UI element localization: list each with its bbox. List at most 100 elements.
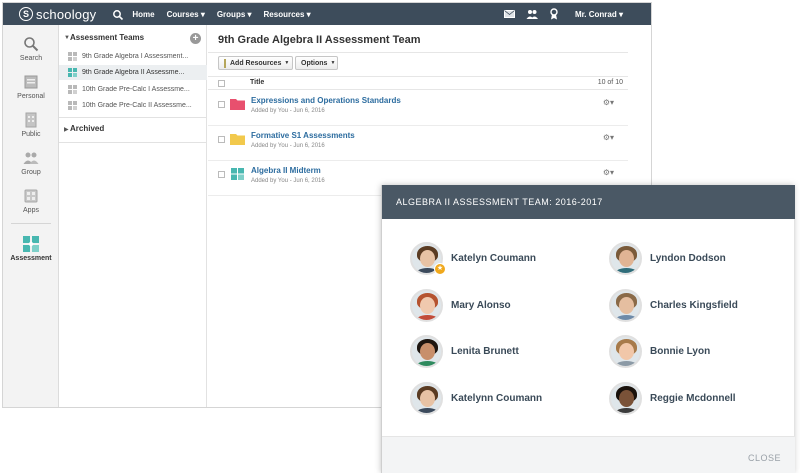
team-item[interactable]: 9th Grade Algebra I Assessment... [59, 49, 207, 64]
team-member[interactable]: Reggie Mcdonnell [609, 381, 736, 415]
gear-icon[interactable]: ⚙▾ [603, 168, 614, 177]
select-all-checkbox[interactable] [218, 80, 225, 87]
archived-section[interactable]: ▶ Archived [59, 124, 207, 136]
team-member[interactable]: Lyndon Dodson [609, 241, 726, 275]
rail-label: Apps [23, 207, 39, 214]
options-button[interactable]: Options ▼ [295, 56, 338, 70]
member-name: Lyndon Dodson [650, 252, 726, 264]
row-checkbox[interactable] [218, 171, 225, 178]
archived-title: Archived [70, 124, 105, 133]
member-name: Charles Kingsfield [650, 299, 738, 311]
rail-personal[interactable]: Personal [3, 73, 59, 100]
search-icon [22, 35, 40, 53]
modal-title: ALGEBRA II ASSESSMENT TEAM: 2016-2017 [396, 197, 603, 207]
rail-label: Group [21, 169, 41, 176]
avatar [410, 288, 443, 322]
mail-icon[interactable] [503, 7, 517, 21]
team-puzzle-icon [68, 52, 77, 61]
rail-divider [11, 223, 51, 224]
team-member[interactable]: Lenita Brunett [410, 334, 519, 368]
rail-search[interactable]: Search [3, 35, 59, 62]
logo-text: schoology [36, 6, 97, 22]
folder-icon [230, 134, 245, 145]
resource-meta: Added by You - Jun 6, 2016 [251, 143, 325, 149]
assessment-teams-panel: ▼ Assessment Teams + 9th Grade Algebra I… [59, 25, 207, 407]
team-puzzle-icon [68, 101, 77, 110]
people-icon[interactable] [525, 7, 539, 21]
chevron-down-icon: ▼ [330, 60, 336, 66]
list-item: Formative S1 Assessments Added by You - … [208, 126, 628, 161]
avatar [609, 334, 642, 368]
team-member[interactable]: Katelynn Coumann [410, 381, 542, 415]
gear-icon[interactable]: ⚙▾ [603, 133, 614, 142]
rail-label: Search [19, 55, 43, 62]
logo-mark-icon: S [19, 7, 33, 21]
nav-resources[interactable]: Resources ▾ [264, 10, 311, 19]
team-member[interactable]: Bonnie Lyon [609, 334, 710, 368]
assessment-teams-header[interactable]: ▼ Assessment Teams + [59, 33, 207, 45]
team-member[interactable]: Mary Alonso [410, 288, 511, 322]
list-header: Title 10 of 10 [208, 76, 628, 90]
nav-courses[interactable]: Courses ▾ [167, 10, 205, 19]
list-item: Expressions and Operations Standards Add… [208, 91, 628, 126]
rail-assessment[interactable]: Assessment [3, 235, 59, 262]
team-item[interactable]: 10th Grade Pre-Calc II Assessme... [59, 98, 207, 113]
rail-label: Public [21, 131, 41, 138]
row-checkbox[interactable] [218, 136, 225, 143]
modal-footer: CLOSE [382, 436, 795, 473]
search-icon[interactable] [112, 8, 124, 21]
add-resources-button[interactable]: Add Resources ▼ [218, 56, 293, 70]
nav-home[interactable]: Home [132, 10, 154, 19]
resource-link[interactable]: Algebra II Midterm [251, 166, 321, 175]
personal-icon [22, 73, 40, 91]
team-item[interactable]: 10th Grade Pre-Calc I Assessme... [59, 82, 207, 97]
team-member[interactable]: ★ Katelyn Coumann [410, 241, 536, 275]
resource-link[interactable]: Expressions and Operations Standards [251, 96, 401, 105]
modal-header: ALGEBRA II ASSESSMENT TEAM: 2016-2017 [382, 185, 795, 219]
group-icon [22, 149, 40, 167]
page-title: 9th Grade Algebra II Assessment Team [218, 34, 421, 46]
team-label: 10th Grade Pre-Calc I Assessme... [82, 86, 190, 93]
rail-apps[interactable]: Apps [3, 187, 59, 214]
member-name: Lenita Brunett [451, 345, 519, 357]
member-name: Katelyn Coumann [451, 252, 537, 264]
member-name: Mary Alonso [451, 299, 511, 311]
rail-group[interactable]: Group [3, 149, 59, 176]
close-button[interactable]: CLOSE [748, 453, 781, 463]
resource-link[interactable]: Formative S1 Assessments [251, 131, 355, 140]
award-icon[interactable] [547, 7, 561, 21]
row-checkbox[interactable] [218, 101, 225, 108]
member-name: Reggie Mcdonnell [650, 392, 736, 404]
caret-right-icon: ▶ [64, 127, 69, 133]
add-team-icon[interactable]: + [190, 33, 201, 44]
team-puzzle-icon [68, 68, 77, 77]
nav-groups[interactable]: Groups ▾ [217, 10, 252, 19]
assessment-icon [231, 168, 244, 180]
add-resources-icon [224, 58, 226, 68]
star-badge-icon: ★ [434, 263, 446, 275]
options-label: Options [301, 59, 328, 67]
public-icon [22, 111, 40, 129]
team-label: 10th Grade Pre-Calc II Assessme... [82, 102, 192, 109]
team-label: 9th Grade Algebra I Assessment... [82, 53, 189, 60]
team-members-modal: ALGEBRA II ASSESSMENT TEAM: 2016-2017 ★ K… [381, 185, 795, 473]
avatar [609, 241, 642, 275]
team-item-selected[interactable]: 9th Grade Algebra II Assessme... [59, 65, 207, 80]
member-name: Katelynn Coumann [451, 392, 543, 404]
assessment-teams-title: Assessment Teams [70, 33, 145, 42]
chevron-down-icon: ▼ [284, 60, 290, 66]
divider [59, 142, 207, 143]
rail-public[interactable]: Public [3, 111, 59, 138]
resource-meta: Added by You - Jun 6, 2016 [251, 178, 325, 184]
divider [59, 117, 207, 118]
item-count: 10 of 10 [597, 79, 623, 86]
team-member[interactable]: Charles Kingsfield [609, 288, 738, 322]
team-puzzle-icon [68, 85, 77, 94]
member-name: Bonnie Lyon [650, 345, 711, 357]
user-menu[interactable]: Mr. Conrad ▾ [575, 10, 623, 19]
gear-icon[interactable]: ⚙▾ [603, 98, 614, 107]
add-resources-label: Add Resources [230, 59, 282, 67]
top-navigation-bar: S schoology Home Courses ▾ Groups ▾ Reso… [3, 3, 651, 25]
schoology-logo[interactable]: S schoology [19, 7, 96, 22]
avatar [609, 288, 642, 322]
